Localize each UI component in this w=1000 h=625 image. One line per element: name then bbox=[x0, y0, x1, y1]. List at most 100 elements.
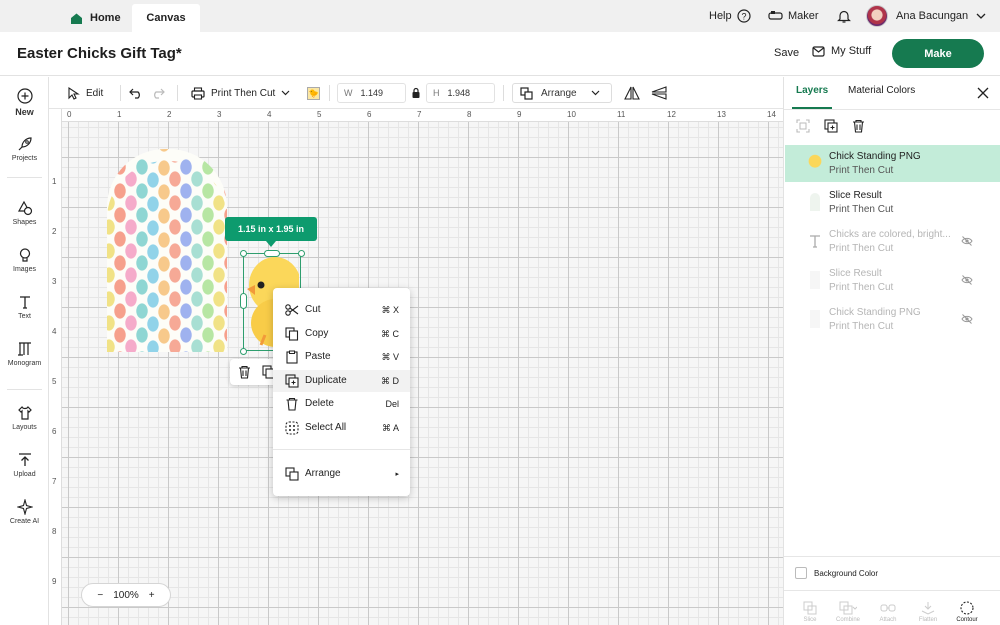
resize-handle-sw[interactable] bbox=[240, 348, 247, 355]
attach-button[interactable]: Attach bbox=[870, 601, 906, 623]
menu-item-select-all[interactable]: Select All ⌘ A bbox=[273, 417, 410, 439]
undo-button[interactable] bbox=[129, 77, 143, 109]
nav-monogram[interactable]: Monogram bbox=[0, 341, 49, 367]
resize-handle-top[interactable] bbox=[264, 250, 280, 257]
layer-item[interactable]: Chick Standing PNG Print Then Cut bbox=[785, 301, 1000, 338]
layer-item[interactable]: Chick Standing PNG Print Then Cut bbox=[785, 145, 1000, 182]
slice-thumbnail-icon bbox=[810, 193, 820, 211]
contour-button[interactable]: Contour bbox=[949, 601, 985, 623]
flip-horizontal-button[interactable] bbox=[624, 77, 640, 109]
nav-upload[interactable]: Upload bbox=[0, 452, 49, 478]
clipboard-icon bbox=[286, 350, 298, 364]
ruler-tick-label: 8 bbox=[52, 527, 57, 536]
arrange-icon bbox=[520, 86, 533, 100]
flatten-label: Flatten bbox=[918, 617, 938, 623]
menu-item-cut[interactable]: Cut ⌘ X bbox=[273, 299, 410, 321]
notifications-button[interactable] bbox=[837, 0, 851, 32]
home-tab[interactable]: Home bbox=[70, 4, 121, 32]
background-color-toggle[interactable]: Background Color bbox=[795, 567, 878, 579]
copy-icon bbox=[285, 327, 299, 341]
menu-item-shortcut: ⌘ A bbox=[381, 423, 399, 433]
help-button[interactable]: Help ? bbox=[709, 0, 751, 32]
menu-item-delete[interactable]: Delete Del bbox=[273, 393, 410, 415]
menu-item-arrange[interactable]: Arrange ▸ bbox=[273, 463, 410, 485]
nav-projects[interactable]: Projects bbox=[0, 136, 49, 162]
ruler-tick-label: 4 bbox=[267, 110, 272, 119]
nav-divider bbox=[7, 177, 42, 178]
redo-icon bbox=[154, 88, 165, 99]
design-canvas[interactable]: 0 1 2 3 4 5 6 7 8 9 10 11 12 13 14 123456789 1.15 in x… bbox=[49, 109, 783, 625]
panel-divider bbox=[784, 109, 1000, 110]
hidden-eye-icon[interactable] bbox=[961, 274, 973, 286]
menu-item-duplicate[interactable]: Duplicate ⌘ D bbox=[273, 370, 410, 392]
group-icon[interactable] bbox=[796, 119, 810, 133]
attach-label: Attach bbox=[879, 617, 897, 623]
lock-ratio-button[interactable] bbox=[411, 77, 421, 109]
menu-item-shortcut: Del bbox=[385, 399, 399, 409]
trash-icon[interactable] bbox=[238, 365, 251, 379]
mystuff-button[interactable]: My Stuff bbox=[812, 45, 871, 57]
layer-item[interactable]: Slice Result Print Then Cut bbox=[785, 262, 1000, 299]
nav-text[interactable]: Text bbox=[0, 294, 49, 320]
chevron-down-icon bbox=[976, 13, 986, 19]
duplicate-layer-icon[interactable] bbox=[824, 119, 838, 133]
ruler-tick-label: 3 bbox=[217, 110, 222, 119]
combine-button[interactable]: Combine bbox=[830, 601, 866, 623]
tab-layers[interactable]: Layers bbox=[796, 85, 828, 96]
nav-shapes[interactable]: Shapes bbox=[0, 200, 49, 226]
color-swatch[interactable]: 🐤 bbox=[307, 77, 320, 109]
project-title[interactable]: Easter Chicks Gift Tag* bbox=[17, 45, 182, 62]
save-button[interactable]: Save bbox=[774, 47, 799, 59]
nav-upload-label: Upload bbox=[13, 471, 36, 478]
redo-button[interactable] bbox=[151, 77, 165, 109]
operation-select[interactable]: Print Then Cut bbox=[191, 77, 290, 109]
title-bar: Easter Chicks Gift Tag* Save My Stuff Ma… bbox=[0, 32, 1000, 76]
zoom-in-button[interactable]: + bbox=[149, 590, 155, 601]
width-field[interactable]: W 1.149 bbox=[337, 83, 406, 103]
resize-handle-left[interactable] bbox=[240, 293, 247, 309]
layer-name: Chick Standing PNG bbox=[829, 307, 921, 318]
height-field[interactable]: H 1.948 bbox=[426, 83, 495, 103]
hidden-eye-icon[interactable] bbox=[961, 313, 973, 325]
nav-new-label: New bbox=[15, 107, 34, 117]
nav-new[interactable]: New bbox=[0, 88, 49, 117]
arrange-select[interactable]: Arrange bbox=[512, 83, 612, 103]
slice-icon bbox=[803, 601, 817, 615]
layer-item[interactable]: Chicks are colored, bright... Print Then… bbox=[785, 223, 1000, 260]
tab-material-colors[interactable]: Material Colors bbox=[848, 85, 915, 96]
nav-images[interactable]: Images bbox=[0, 247, 49, 273]
close-icon[interactable] bbox=[977, 87, 989, 99]
flatten-button[interactable]: Flatten bbox=[910, 601, 946, 623]
hidden-eye-icon[interactable] bbox=[961, 235, 973, 247]
bell-icon bbox=[837, 10, 851, 23]
layer-name: Chicks are colored, bright... bbox=[829, 229, 951, 240]
home-tab-label: Home bbox=[90, 12, 121, 24]
width-value: 1.149 bbox=[360, 88, 384, 98]
delete-layer-icon[interactable] bbox=[852, 119, 865, 133]
menu-item-paste[interactable]: Paste ⌘ V bbox=[273, 346, 410, 368]
layer-item[interactable]: Slice Result Print Then Cut bbox=[785, 184, 1000, 221]
maker-label: Maker bbox=[788, 10, 819, 22]
maker-button[interactable]: Maker bbox=[768, 0, 819, 32]
sparkle-icon bbox=[16, 499, 33, 515]
nav-create-ai[interactable]: Create AI bbox=[0, 499, 49, 525]
slice-button[interactable]: Slice bbox=[792, 601, 828, 623]
user-menu[interactable]: Ana Bacungan bbox=[866, 0, 986, 32]
menu-divider bbox=[273, 449, 410, 450]
question-icon: ? bbox=[737, 9, 751, 23]
resize-handle-nw[interactable] bbox=[240, 250, 247, 257]
menu-item-copy[interactable]: Copy ⌘ C bbox=[273, 323, 410, 345]
menu-item-label: Arrange bbox=[305, 468, 341, 479]
background-color-checkbox[interactable] bbox=[795, 567, 807, 579]
edit-button[interactable]: Edit bbox=[67, 77, 103, 109]
avatar bbox=[866, 5, 888, 27]
flip-vertical-button[interactable] bbox=[651, 77, 667, 109]
canvas-tab[interactable]: Canvas bbox=[132, 4, 200, 32]
nav-layouts[interactable]: Layouts bbox=[0, 405, 49, 431]
zoom-out-button[interactable]: − bbox=[97, 590, 103, 601]
resize-handle-ne[interactable] bbox=[298, 250, 305, 257]
swatch-icon: 🐤 bbox=[307, 86, 320, 100]
toolbar-divider bbox=[177, 85, 178, 101]
make-button[interactable]: Make bbox=[892, 39, 984, 68]
ruler-tick-label: 2 bbox=[167, 110, 172, 119]
